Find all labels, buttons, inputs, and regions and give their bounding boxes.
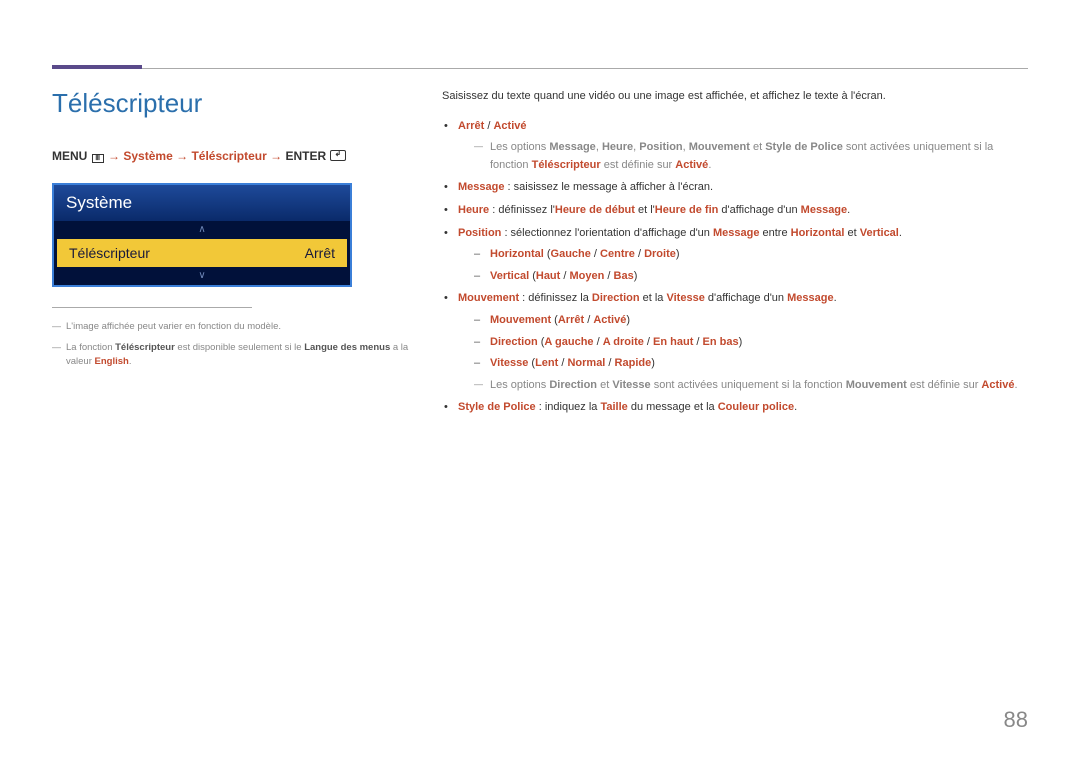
intro-text: Saisissez du texte quand une vidéo ou un… xyxy=(442,88,1028,106)
main-list: Arrêt / Activé Les options Message, Heur… xyxy=(442,118,1028,417)
nav-arrow-3: → xyxy=(270,149,282,163)
note-mouvement: Les options Direction et Vitesse sont ac… xyxy=(474,377,1028,395)
footnote-1: L'image affichée peut varier en fonction… xyxy=(52,320,412,333)
bullet-onoff: Arrêt / Activé Les options Message, Heur… xyxy=(442,118,1028,175)
osd-selected-row: Téléscripteur Arrêt xyxy=(57,239,347,267)
bullet-mouvement: Mouvement : définissez la Direction et l… xyxy=(442,290,1028,394)
page-number: 88 xyxy=(1004,707,1028,733)
sub-direction: Direction (A gauche / A droite / En haut… xyxy=(474,334,1028,352)
bullet-style: Style de Police : indiquez la Taille du … xyxy=(442,399,1028,417)
b1-on: Activé xyxy=(493,120,526,132)
bullet-heure: Heure : définissez l'Heure de début et l… xyxy=(442,202,1028,220)
osd-title: Système xyxy=(54,185,350,221)
chevron-down-icon: ∨ xyxy=(54,267,350,285)
b1-off: Arrêt xyxy=(458,120,484,132)
fn2-f: English xyxy=(95,356,129,367)
sub-mouvement: Mouvement (Arrêt / Activé) xyxy=(474,312,1028,330)
fn2-g: . xyxy=(129,356,132,367)
footnote-2: La fonction Téléscripteur est disponible… xyxy=(52,341,412,368)
enter-icon xyxy=(330,150,346,161)
sub-vertical: Vertical (Haut / Moyen / Bas) xyxy=(474,268,1028,286)
bullet-position: Position : sélectionnez l'orientation d'… xyxy=(442,225,1028,286)
nav-arrow-1: → xyxy=(108,149,120,163)
nav-menu-label: MENU xyxy=(52,149,87,163)
right-column: Saisissez du texte quand une vidéo ou un… xyxy=(442,88,1028,422)
osd-item-value: Arrêt xyxy=(305,245,335,261)
note-enable: Les options Message, Heure, Position, Mo… xyxy=(474,139,1028,174)
nav-path: MENU Ⅲ → Système → Téléscripteur → ENTER xyxy=(52,149,412,163)
menu-icon: Ⅲ xyxy=(92,154,104,163)
bullet-message: Message : saisissez le message à affiche… xyxy=(442,179,1028,197)
header-divider xyxy=(52,68,1028,69)
nav-part-2: Téléscripteur xyxy=(191,149,266,163)
fn2-d: Langue des menus xyxy=(304,342,390,353)
osd-preview: Système ∧ Téléscripteur Arrêt ∨ xyxy=(52,183,352,287)
nav-part-1: Système xyxy=(123,149,172,163)
section-title: Téléscripteur xyxy=(52,88,412,119)
nav-enter-label: ENTER xyxy=(286,149,327,163)
osd-item-label: Téléscripteur xyxy=(69,245,150,261)
left-column: Téléscripteur MENU Ⅲ → Système → Téléscr… xyxy=(52,88,412,422)
sub-vitesse: Vitesse (Lent / Normal / Rapide) xyxy=(474,355,1028,373)
fn2-a: La fonction xyxy=(66,342,115,353)
fn2-c: est disponible seulement si le xyxy=(175,342,304,353)
page-body: Téléscripteur MENU Ⅲ → Système → Téléscr… xyxy=(52,88,1028,422)
chevron-up-icon: ∧ xyxy=(54,221,350,239)
sub-horizontal: Horizontal (Gauche / Centre / Droite) xyxy=(474,246,1028,264)
separator-line xyxy=(52,307,252,308)
header-accent xyxy=(52,65,142,69)
fn2-b: Téléscripteur xyxy=(115,342,175,353)
nav-arrow-2: → xyxy=(176,149,188,163)
